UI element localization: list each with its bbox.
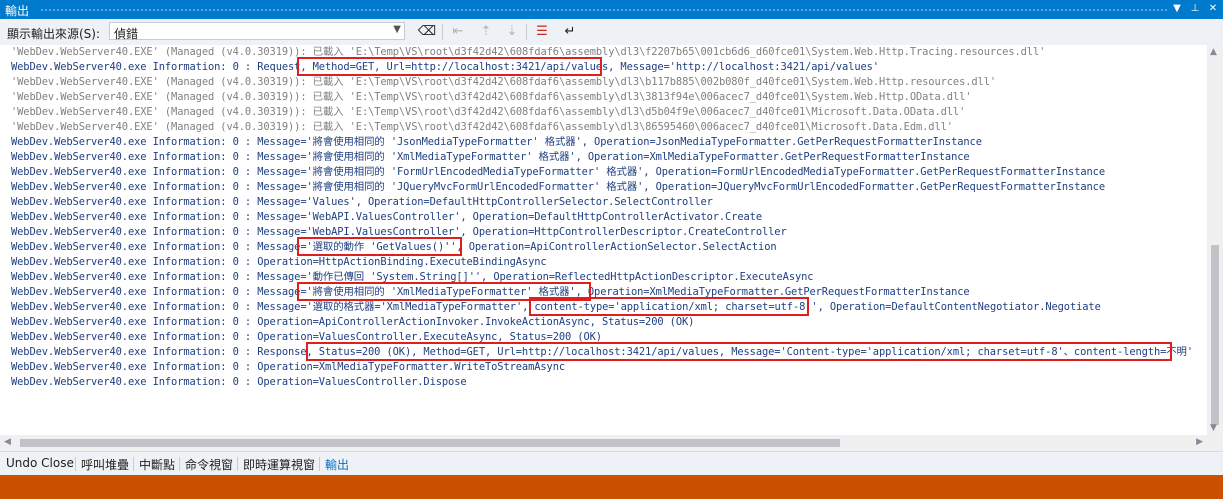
tab-undo-close[interactable]: Undo Close: [6, 456, 74, 474]
eraser-icon[interactable]: ⌫: [417, 22, 437, 42]
source-select-value: 偵錯: [114, 27, 139, 41]
vertical-scroll-thumb[interactable]: [1211, 245, 1219, 425]
next-message-icon[interactable]: ⇣: [502, 22, 522, 42]
toolbar-separator: [442, 24, 443, 40]
tab-separator: [75, 457, 76, 471]
output-line: WebDev.WebServer40.exe Information: 0 : …: [11, 316, 695, 328]
window-menu-icon[interactable]: ▼: [1169, 1, 1185, 17]
tab-breakpoints[interactable]: 中斷點: [139, 456, 175, 474]
source-select[interactable]: 偵錯 ▼: [109, 22, 405, 41]
output-line: WebDev.WebServer40.exe Information: 0 : …: [11, 181, 1105, 193]
output-line: WebDev.WebServer40.exe Information: 0 : …: [11, 376, 467, 388]
output-window-titlebar: 輸出 ▼ ⊥ ✕: [0, 0, 1223, 19]
output-line: WebDev.WebServer40.exe Information: 0 : …: [11, 211, 762, 223]
word-wrap-icon[interactable]: ↵: [560, 22, 580, 42]
chevron-down-icon[interactable]: ▼: [393, 24, 401, 35]
output-line: 'WebDev.WebServer40.EXE' (Managed (v4.0.…: [11, 91, 972, 103]
prev-message-icon[interactable]: ⇤: [448, 22, 468, 42]
tab-separator: [319, 457, 320, 471]
highlight-box: [306, 342, 1172, 361]
output-line: WebDev.WebServer40.exe Information: 0 : …: [11, 256, 547, 268]
highlight-box: [297, 57, 602, 76]
scroll-down-icon[interactable]: ▼: [1210, 423, 1217, 433]
output-line: 'WebDev.WebServer40.EXE' (Managed (v4.0.…: [11, 76, 997, 88]
output-line: WebDev.WebServer40.exe Information: 0 : …: [11, 151, 970, 163]
status-bar: [0, 475, 1223, 499]
source-label: 顯示輸出來源(S):: [7, 27, 101, 41]
horizontal-scroll-thumb[interactable]: [20, 439, 840, 447]
output-line: WebDev.WebServer40.exe Information: 0 : …: [11, 361, 566, 373]
next-message-up-icon[interactable]: ⇡: [476, 22, 496, 42]
scrollbar-corner: [1207, 435, 1223, 451]
window-title: 輸出: [5, 4, 30, 18]
tab-call-stack[interactable]: 呼叫堆疊: [81, 456, 129, 474]
tab-command-window[interactable]: 命令視窗: [185, 456, 233, 474]
clear-all-icon[interactable]: ☰: [532, 22, 552, 42]
scroll-up-icon[interactable]: ▲: [1210, 47, 1217, 57]
horizontal-scrollbar[interactable]: ◀ ▶: [0, 435, 1207, 451]
scroll-right-icon[interactable]: ▶: [1196, 437, 1203, 447]
highlight-box: [529, 297, 809, 316]
close-icon[interactable]: ✕: [1205, 1, 1221, 17]
pin-icon[interactable]: ⊥: [1187, 1, 1203, 17]
output-line: WebDev.WebServer40.exe Information: 0 : …: [11, 196, 713, 208]
titlebar-grip[interactable]: [40, 8, 1167, 12]
bottom-tab-strip: Undo Close 呼叫堆疊 中斷點 命令視窗 即時運算視窗 輸出: [0, 451, 1223, 476]
output-line: 'WebDev.WebServer40.EXE' (Managed (v4.0.…: [11, 121, 953, 133]
tab-separator: [237, 457, 238, 471]
tab-immediate-window[interactable]: 即時運算視窗: [243, 456, 315, 474]
scroll-left-icon[interactable]: ◀: [4, 437, 11, 447]
tab-output[interactable]: 輸出: [325, 456, 349, 474]
output-line: WebDev.WebServer40.exe Information: 0 : …: [11, 136, 982, 148]
vertical-scrollbar[interactable]: ▲ ▼: [1207, 45, 1223, 435]
output-toolbar: 顯示輸出來源(S): 偵錯 ▼ ⌫ ⇤ ⇡ ⇣ ☰ ↵: [0, 19, 1223, 46]
toolbar-separator: [526, 24, 527, 40]
output-line: WebDev.WebServer40.exe Information: 0 : …: [11, 166, 1105, 178]
highlight-box: [297, 237, 462, 256]
output-line: 'WebDev.WebServer40.EXE' (Managed (v4.0.…: [11, 106, 966, 118]
tab-separator: [133, 457, 134, 471]
output-text-area[interactable]: 'WebDev.WebServer40.EXE' (Managed (v4.0.…: [0, 45, 1207, 435]
tab-separator: [179, 457, 180, 471]
